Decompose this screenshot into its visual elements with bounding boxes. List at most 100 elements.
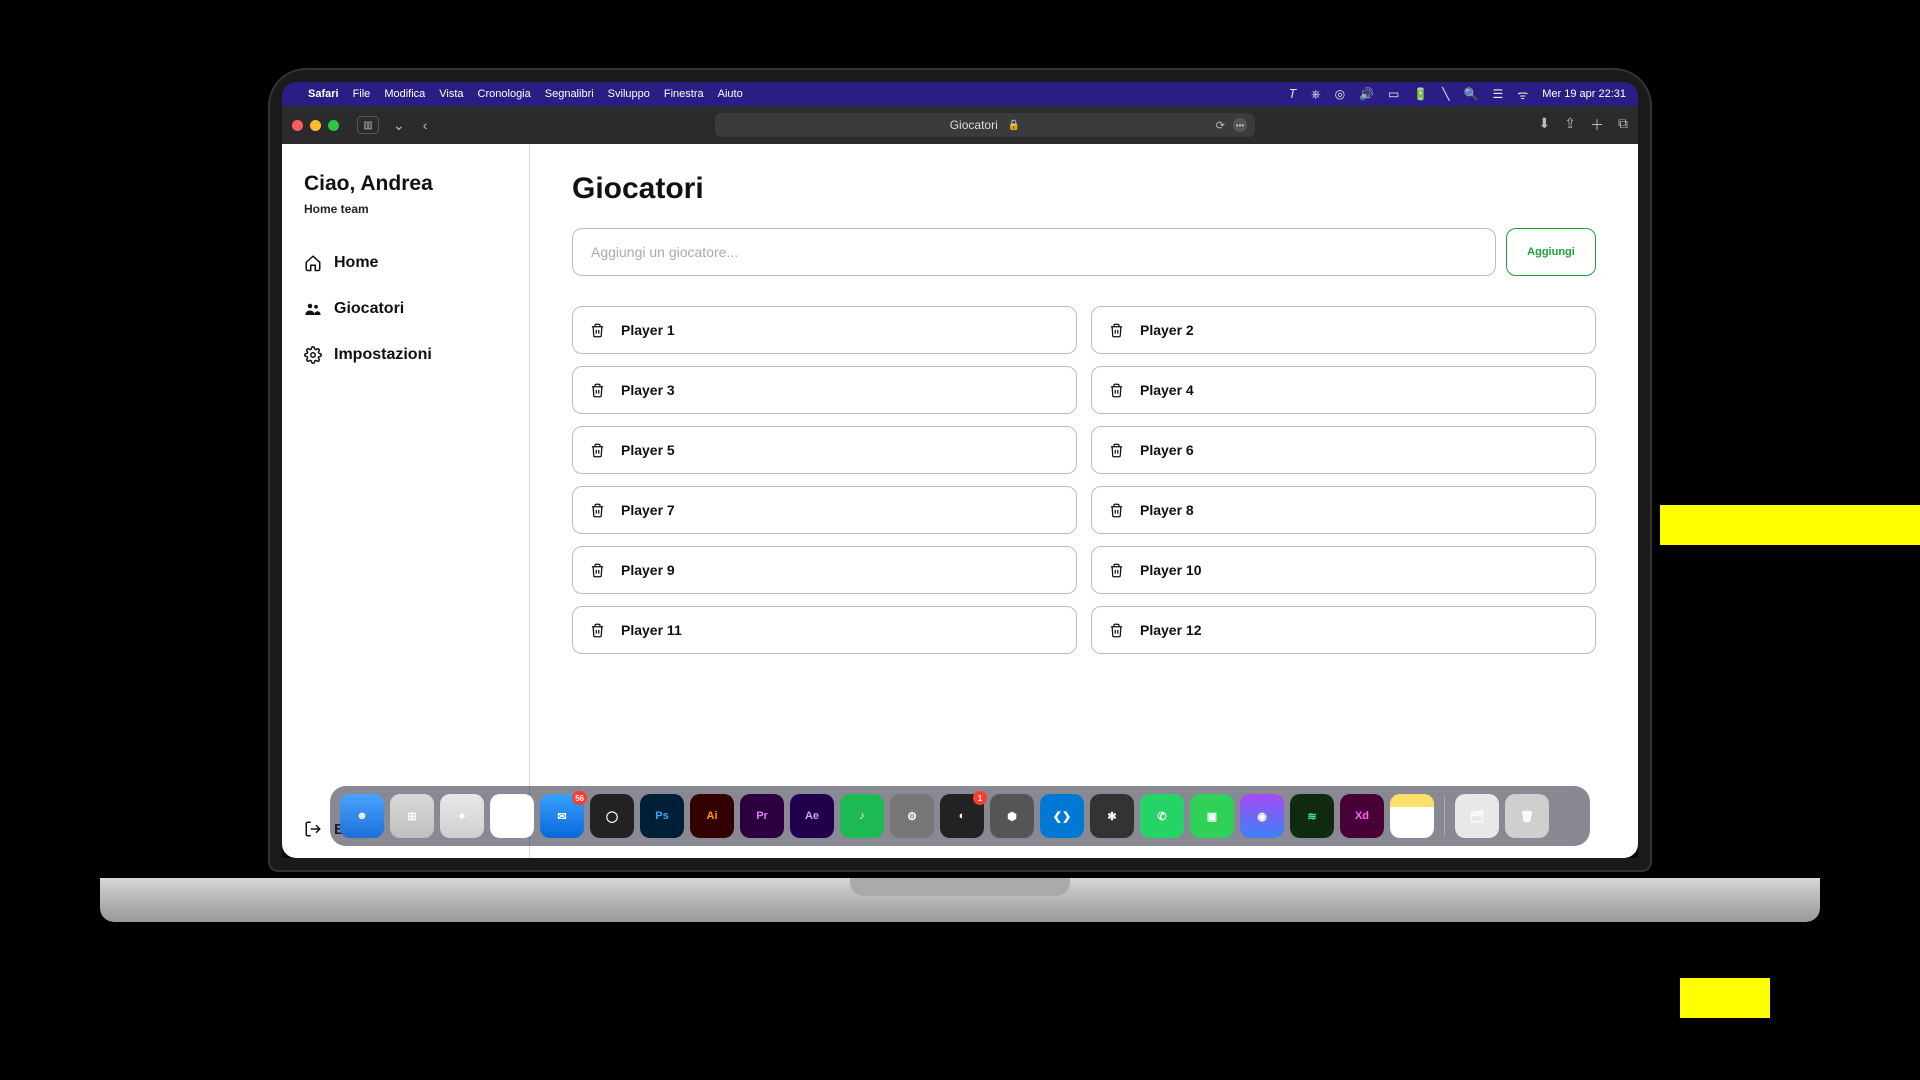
display-icon[interactable]: ▭ bbox=[1388, 87, 1399, 101]
dock-app-finder[interactable]: ☻ bbox=[340, 794, 384, 838]
trash-icon[interactable] bbox=[1108, 382, 1124, 398]
home-icon bbox=[304, 254, 322, 272]
menubar-app-name[interactable]: Safari bbox=[308, 88, 339, 100]
dock-app-launchpad[interactable]: ⊞ bbox=[390, 794, 434, 838]
team-name: Home team bbox=[304, 202, 507, 216]
battery-icon[interactable]: 🔋 bbox=[1413, 87, 1428, 101]
menubar-item[interactable]: Vista bbox=[439, 88, 463, 100]
dock-app-obs[interactable]: ◯ bbox=[590, 794, 634, 838]
trash-icon[interactable] bbox=[589, 502, 605, 518]
player-name: Player 12 bbox=[1140, 622, 1202, 638]
dock-app-vscode[interactable]: ❮❯ bbox=[1040, 794, 1084, 838]
new-tab-icon[interactable]: ＋ bbox=[1590, 115, 1604, 135]
window-controls bbox=[292, 120, 339, 131]
dock-app-spotify[interactable]: ♪ bbox=[840, 794, 884, 838]
dock-app-settings[interactable]: ⚙ bbox=[890, 794, 934, 838]
trash-icon[interactable] bbox=[589, 382, 605, 398]
dock-app-xd[interactable]: Xd bbox=[1340, 794, 1384, 838]
trash-icon[interactable] bbox=[1108, 622, 1124, 638]
macos-dock: ☻⊞✦◉✉56◯PsAiPrAe♪⚙◐1⬢❮❯✱✆▣◉≋Xd🗂🗑 bbox=[330, 786, 1590, 846]
menubar-datetime[interactable]: Mer 19 apr 22:31 bbox=[1542, 88, 1626, 100]
player-name: Player 1 bbox=[621, 322, 675, 338]
wifi-icon[interactable]: ᯤ bbox=[1517, 86, 1528, 103]
page-title: Giocatori bbox=[572, 172, 1596, 206]
dock-app-audio[interactable]: ≋ bbox=[1290, 794, 1334, 838]
status-icon[interactable]: 𝑇 bbox=[1289, 87, 1297, 102]
sidebar-item-home[interactable]: Home bbox=[304, 254, 507, 272]
back-button[interactable]: ‹ bbox=[419, 117, 432, 133]
dock-app-whatsapp[interactable]: ✆ bbox=[1140, 794, 1184, 838]
dock-app-siri[interactable]: ◉ bbox=[1240, 794, 1284, 838]
menubar-item[interactable]: Sviluppo bbox=[608, 88, 650, 100]
dock-app-premiere[interactable]: Pr bbox=[740, 794, 784, 838]
sidebar-item-label: Impostazioni bbox=[334, 346, 432, 364]
decorative-yellow-strip bbox=[1660, 505, 1920, 545]
dock-app-notes[interactable] bbox=[1390, 794, 1434, 838]
trash-icon[interactable] bbox=[589, 622, 605, 638]
trash-icon[interactable] bbox=[1108, 322, 1124, 338]
dock-app-photoshop[interactable]: Ps bbox=[640, 794, 684, 838]
dock-app-safari[interactable]: ✦ bbox=[440, 794, 484, 838]
privacy-badge-icon[interactable]: ••• bbox=[1233, 118, 1247, 132]
menubar-item[interactable]: Cronologia bbox=[478, 88, 531, 100]
status-icon[interactable]: ◎ bbox=[1335, 87, 1345, 101]
player-card: Player 12 bbox=[1091, 606, 1596, 654]
dock-app-trash[interactable]: 🗑 bbox=[1505, 794, 1549, 838]
sidebar-item-giocatori[interactable]: Giocatori bbox=[304, 300, 507, 318]
menubar-item[interactable]: Finestra bbox=[664, 88, 704, 100]
decorative-yellow-strip bbox=[1680, 978, 1770, 1018]
trash-icon[interactable] bbox=[1108, 442, 1124, 458]
dock-app-chrome[interactable]: ◉ bbox=[490, 794, 534, 838]
tabs-overview-icon[interactable]: ⧉ bbox=[1618, 115, 1628, 135]
trash-icon[interactable] bbox=[589, 442, 605, 458]
status-icon[interactable]: ⎈ bbox=[1311, 87, 1321, 102]
player-name: Player 3 bbox=[621, 382, 675, 398]
volume-icon[interactable]: 🔊 bbox=[1359, 87, 1374, 101]
dock-app-folder[interactable]: 🗂 bbox=[1455, 794, 1499, 838]
trash-icon[interactable] bbox=[589, 322, 605, 338]
address-bar[interactable]: Giocatori 🔒 ⟳ ••• bbox=[715, 113, 1255, 137]
dock-app-aftereffects[interactable]: Ae bbox=[790, 794, 834, 838]
status-icon[interactable]: ╲ bbox=[1442, 87, 1449, 101]
sidebar-nav: Home Giocatori Impostazioni bbox=[304, 254, 507, 364]
menubar-item[interactable]: File bbox=[353, 88, 371, 100]
spotlight-icon[interactable]: 🔍 bbox=[1464, 87, 1479, 101]
app-content: Ciao, Andrea Home team Home Giocatori bbox=[282, 144, 1638, 858]
fullscreen-window-button[interactable] bbox=[328, 120, 339, 131]
downloads-icon[interactable]: ⬇ bbox=[1539, 115, 1551, 135]
share-icon[interactable]: ⇪ bbox=[1564, 115, 1576, 135]
minimize-window-button[interactable] bbox=[310, 120, 321, 131]
trash-icon[interactable] bbox=[589, 562, 605, 578]
player-name: Player 6 bbox=[1140, 442, 1194, 458]
page-title-addr: Giocatori bbox=[950, 118, 998, 132]
player-name: Player 8 bbox=[1140, 502, 1194, 518]
dock-app-illustrator[interactable]: Ai bbox=[690, 794, 734, 838]
dock-app-mail[interactable]: ✉56 bbox=[540, 794, 584, 838]
add-player-input[interactable] bbox=[572, 228, 1496, 276]
players-icon bbox=[304, 300, 322, 318]
dock-app-unity[interactable]: ⬢ bbox=[990, 794, 1034, 838]
greeting: Ciao, Andrea bbox=[304, 172, 507, 196]
player-card: Player 1 bbox=[572, 306, 1077, 354]
control-center-icon[interactable]: ☰ bbox=[1492, 87, 1503, 101]
menubar-item[interactable]: Modifica bbox=[384, 88, 425, 100]
add-player-button[interactable]: Aggiungi bbox=[1506, 228, 1596, 276]
laptop-base bbox=[100, 878, 1820, 922]
dock-app-app2[interactable]: ✱ bbox=[1090, 794, 1134, 838]
player-card: Player 2 bbox=[1091, 306, 1596, 354]
dock-app-cinema4d[interactable]: ◐1 bbox=[940, 794, 984, 838]
sidebar-toggle-button[interactable]: ▥ bbox=[357, 116, 379, 134]
gear-icon bbox=[304, 346, 322, 364]
menubar-item[interactable]: Segnalibri bbox=[545, 88, 594, 100]
player-name: Player 10 bbox=[1140, 562, 1202, 578]
player-card: Player 10 bbox=[1091, 546, 1596, 594]
sidebar-item-impostazioni[interactable]: Impostazioni bbox=[304, 346, 507, 364]
dock-app-facetime[interactable]: ▣ bbox=[1190, 794, 1234, 838]
trash-icon[interactable] bbox=[1108, 502, 1124, 518]
trash-icon[interactable] bbox=[1108, 562, 1124, 578]
close-window-button[interactable] bbox=[292, 120, 303, 131]
reload-icon[interactable]: ⟳ bbox=[1216, 119, 1225, 132]
chevron-down-icon[interactable]: ⌄ bbox=[389, 117, 409, 134]
menubar-item[interactable]: Aiuto bbox=[718, 88, 743, 100]
player-name: Player 2 bbox=[1140, 322, 1194, 338]
